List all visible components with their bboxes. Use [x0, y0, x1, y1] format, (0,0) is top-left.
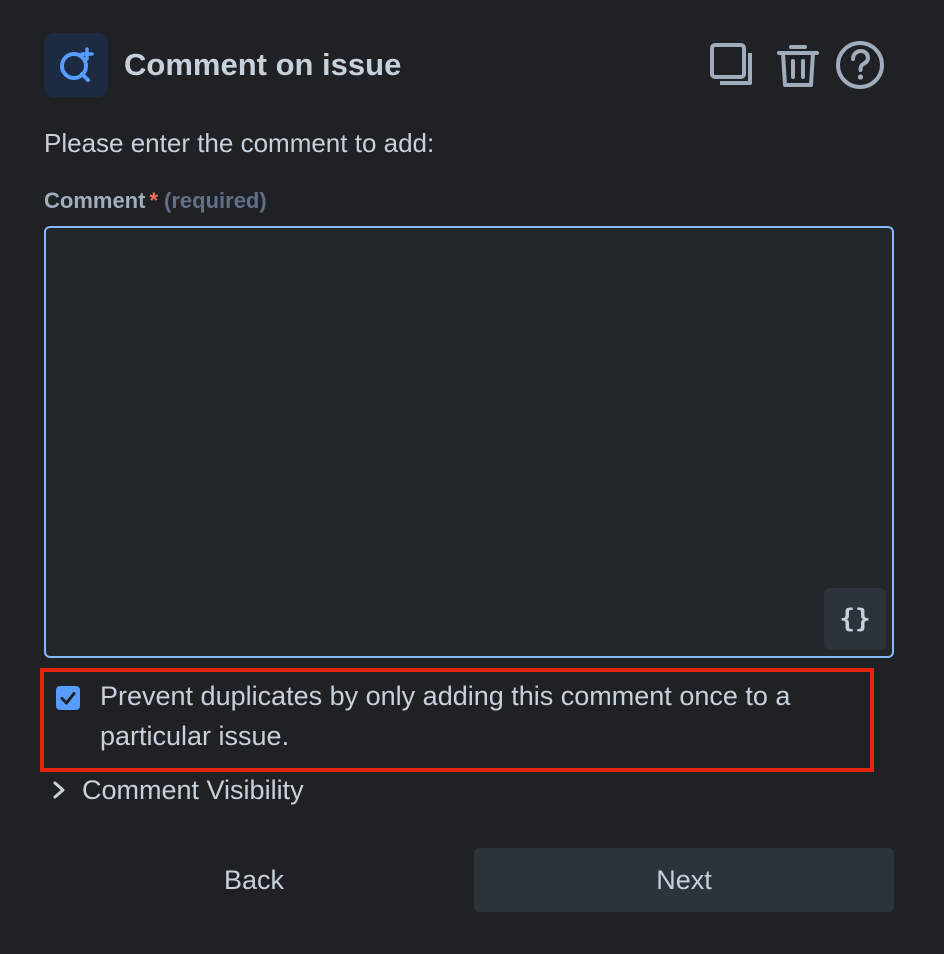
trash-icon [777, 45, 819, 87]
comment-label-text: Comment [44, 188, 146, 213]
form-prompt: Please enter the comment to add: [44, 128, 435, 158]
page-title: Comment on issue [124, 47, 402, 82]
comment-visibility-label: Comment Visibility [82, 775, 304, 805]
required-text: (required) [164, 188, 267, 213]
comment-search-icon [44, 33, 108, 97]
help-button[interactable] [834, 39, 886, 91]
dialog-header: Comment on issue [44, 33, 894, 97]
copy-icon [710, 43, 752, 85]
insert-variable-button[interactable]: {} [824, 588, 886, 650]
required-marker: * [149, 188, 159, 213]
prevent-duplicates-checkbox[interactable] [56, 686, 80, 710]
help-icon [836, 41, 884, 89]
comment-textarea[interactable]: {} [44, 226, 894, 658]
prevent-duplicates-label[interactable]: Prevent duplicates by only adding this c… [100, 676, 860, 756]
chevron-right-icon [53, 781, 65, 799]
delete-button[interactable] [772, 39, 824, 91]
copy-button[interactable] [708, 39, 760, 91]
comment-field-label: Comment * (required) [44, 188, 267, 214]
back-button[interactable]: Back [44, 848, 464, 912]
checkmark-icon [60, 692, 76, 705]
next-button[interactable]: Next [474, 848, 894, 912]
braces-icon: {} [839, 604, 871, 634]
